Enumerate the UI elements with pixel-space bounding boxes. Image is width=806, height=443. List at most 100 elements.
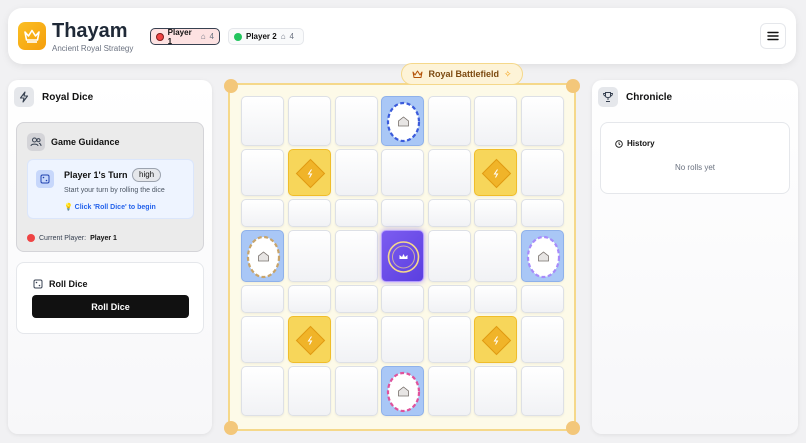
crown-logo-icon	[18, 22, 46, 50]
board-cell[interactable]	[381, 285, 424, 313]
board-cell[interactable]	[288, 366, 331, 416]
board-cell[interactable]	[521, 366, 564, 416]
board-cell[interactable]	[381, 316, 424, 363]
player-2-color-dot	[234, 32, 242, 41]
lightning-icon	[14, 87, 34, 107]
game-board	[224, 79, 580, 435]
board-cell[interactable]	[474, 366, 517, 416]
bonus-lightning-icon	[295, 325, 326, 356]
board-cell[interactable]	[474, 285, 517, 313]
royal-dice-title: Royal Dice	[42, 91, 94, 103]
board-cell-bonus[interactable]	[474, 316, 517, 363]
board-cell[interactable]	[335, 366, 378, 416]
turn-cta-text: Click 'Roll Dice' to begin	[74, 204, 156, 211]
board-cell-home[interactable]	[521, 230, 564, 282]
board-cell[interactable]	[335, 96, 378, 146]
turn-cta: 💡 Click 'Roll Dice' to begin	[64, 203, 156, 211]
roll-dice-button[interactable]: Roll Dice	[32, 295, 189, 318]
board-cell[interactable]	[241, 316, 284, 363]
guidance-title: Game Guidance	[51, 137, 120, 147]
board-cell-bonus[interactable]	[474, 149, 517, 196]
dice-icon	[33, 279, 43, 289]
board-cell[interactable]	[241, 96, 284, 146]
board-title-badge: Royal Battlefield ✧	[401, 63, 523, 85]
board-cell[interactable]	[241, 366, 284, 416]
board-cell[interactable]	[241, 149, 284, 196]
board-cell-bonus[interactable]	[288, 316, 331, 363]
player-2-name: Player 2	[246, 32, 277, 41]
board-corner	[566, 79, 580, 93]
board-corner	[566, 421, 580, 435]
chronicle-title: Chronicle	[626, 91, 673, 103]
board-title: Royal Battlefield	[428, 69, 499, 79]
turn-info-card: Player 1's Turn high Start your turn by …	[27, 159, 194, 219]
users-icon	[27, 133, 45, 151]
app-header: Thayam Ancient Royal Strategy Player 1 ⌂…	[8, 8, 796, 64]
board-cell-bonus[interactable]	[288, 149, 331, 196]
board-cell[interactable]	[335, 230, 378, 282]
home-ring-icon	[526, 235, 561, 279]
turn-title: Player 1's Turn	[64, 170, 128, 180]
board-cell-home[interactable]	[381, 96, 424, 146]
player-2-chip[interactable]: Player 2 ⌂ 4	[228, 28, 304, 45]
board-cell[interactable]	[335, 199, 378, 227]
board-cell[interactable]	[335, 316, 378, 363]
sparkle-icon: ✧	[503, 68, 512, 79]
menu-button[interactable]	[760, 23, 786, 49]
board-cell[interactable]	[288, 285, 331, 313]
board-cell[interactable]	[428, 230, 471, 282]
board-cell[interactable]	[288, 230, 331, 282]
board-cell-home[interactable]	[381, 366, 424, 416]
board-cell[interactable]	[474, 230, 517, 282]
clock-icon	[615, 139, 623, 148]
lightbulb-icon: 💡	[64, 204, 73, 211]
roll-dice-card: Roll Dice Roll Dice	[16, 262, 204, 334]
board-cell[interactable]	[335, 285, 378, 313]
board-cell[interactable]	[381, 199, 424, 227]
board-cell-center[interactable]	[381, 230, 424, 282]
board-cell-home[interactable]	[241, 230, 284, 282]
board-cell[interactable]	[288, 96, 331, 146]
current-player-label: Current Player:	[39, 234, 87, 242]
history-header: History	[615, 139, 655, 148]
board-cell[interactable]	[521, 285, 564, 313]
board-cell[interactable]	[335, 149, 378, 196]
board-cell[interactable]	[474, 96, 517, 146]
board-cell[interactable]	[521, 199, 564, 227]
player-2-pieces-icon: ⌂	[280, 32, 286, 41]
guidance-header: Game Guidance	[27, 133, 120, 151]
turn-description: Start your turn by rolling the dice	[64, 187, 165, 194]
bonus-lightning-icon	[481, 325, 512, 356]
player-1-chip[interactable]: Player 1 ⌂ 4	[150, 28, 220, 46]
current-player-name: Player 1	[90, 234, 117, 242]
board-cell[interactable]	[241, 285, 284, 313]
board-cell[interactable]	[288, 199, 331, 227]
board-cell[interactable]	[241, 199, 284, 227]
chronicle-panel: Chronicle History No rolls yet	[592, 80, 798, 434]
board-cell[interactable]	[428, 96, 471, 146]
app-subtitle: Ancient Royal Strategy	[52, 44, 134, 53]
trophy-icon	[598, 87, 618, 107]
history-card: History No rolls yet	[600, 122, 790, 194]
board-cell[interactable]	[428, 199, 471, 227]
chronicle-header: Chronicle	[598, 86, 672, 108]
board-cell[interactable]	[428, 316, 471, 363]
history-empty-text: No rolls yet	[674, 163, 715, 172]
player-1-count: 4	[209, 32, 214, 41]
board-cell[interactable]	[381, 149, 424, 196]
board-cell[interactable]	[428, 366, 471, 416]
home-ring-icon	[246, 235, 281, 279]
board-cell[interactable]	[428, 149, 471, 196]
board-cell[interactable]	[474, 199, 517, 227]
player-1-pieces-icon: ⌂	[200, 32, 206, 41]
current-player-row: Current Player: Player 1	[27, 234, 117, 242]
royal-dice-header: Royal Dice	[14, 86, 93, 108]
board-cell[interactable]	[521, 149, 564, 196]
board-cell[interactable]	[521, 96, 564, 146]
board-cell[interactable]	[521, 316, 564, 363]
royal-crown-ring-icon	[387, 241, 420, 273]
dice-icon	[36, 170, 54, 188]
board-corner	[224, 79, 238, 93]
crown-icon	[412, 70, 423, 78]
board-cell[interactable]	[428, 285, 471, 313]
